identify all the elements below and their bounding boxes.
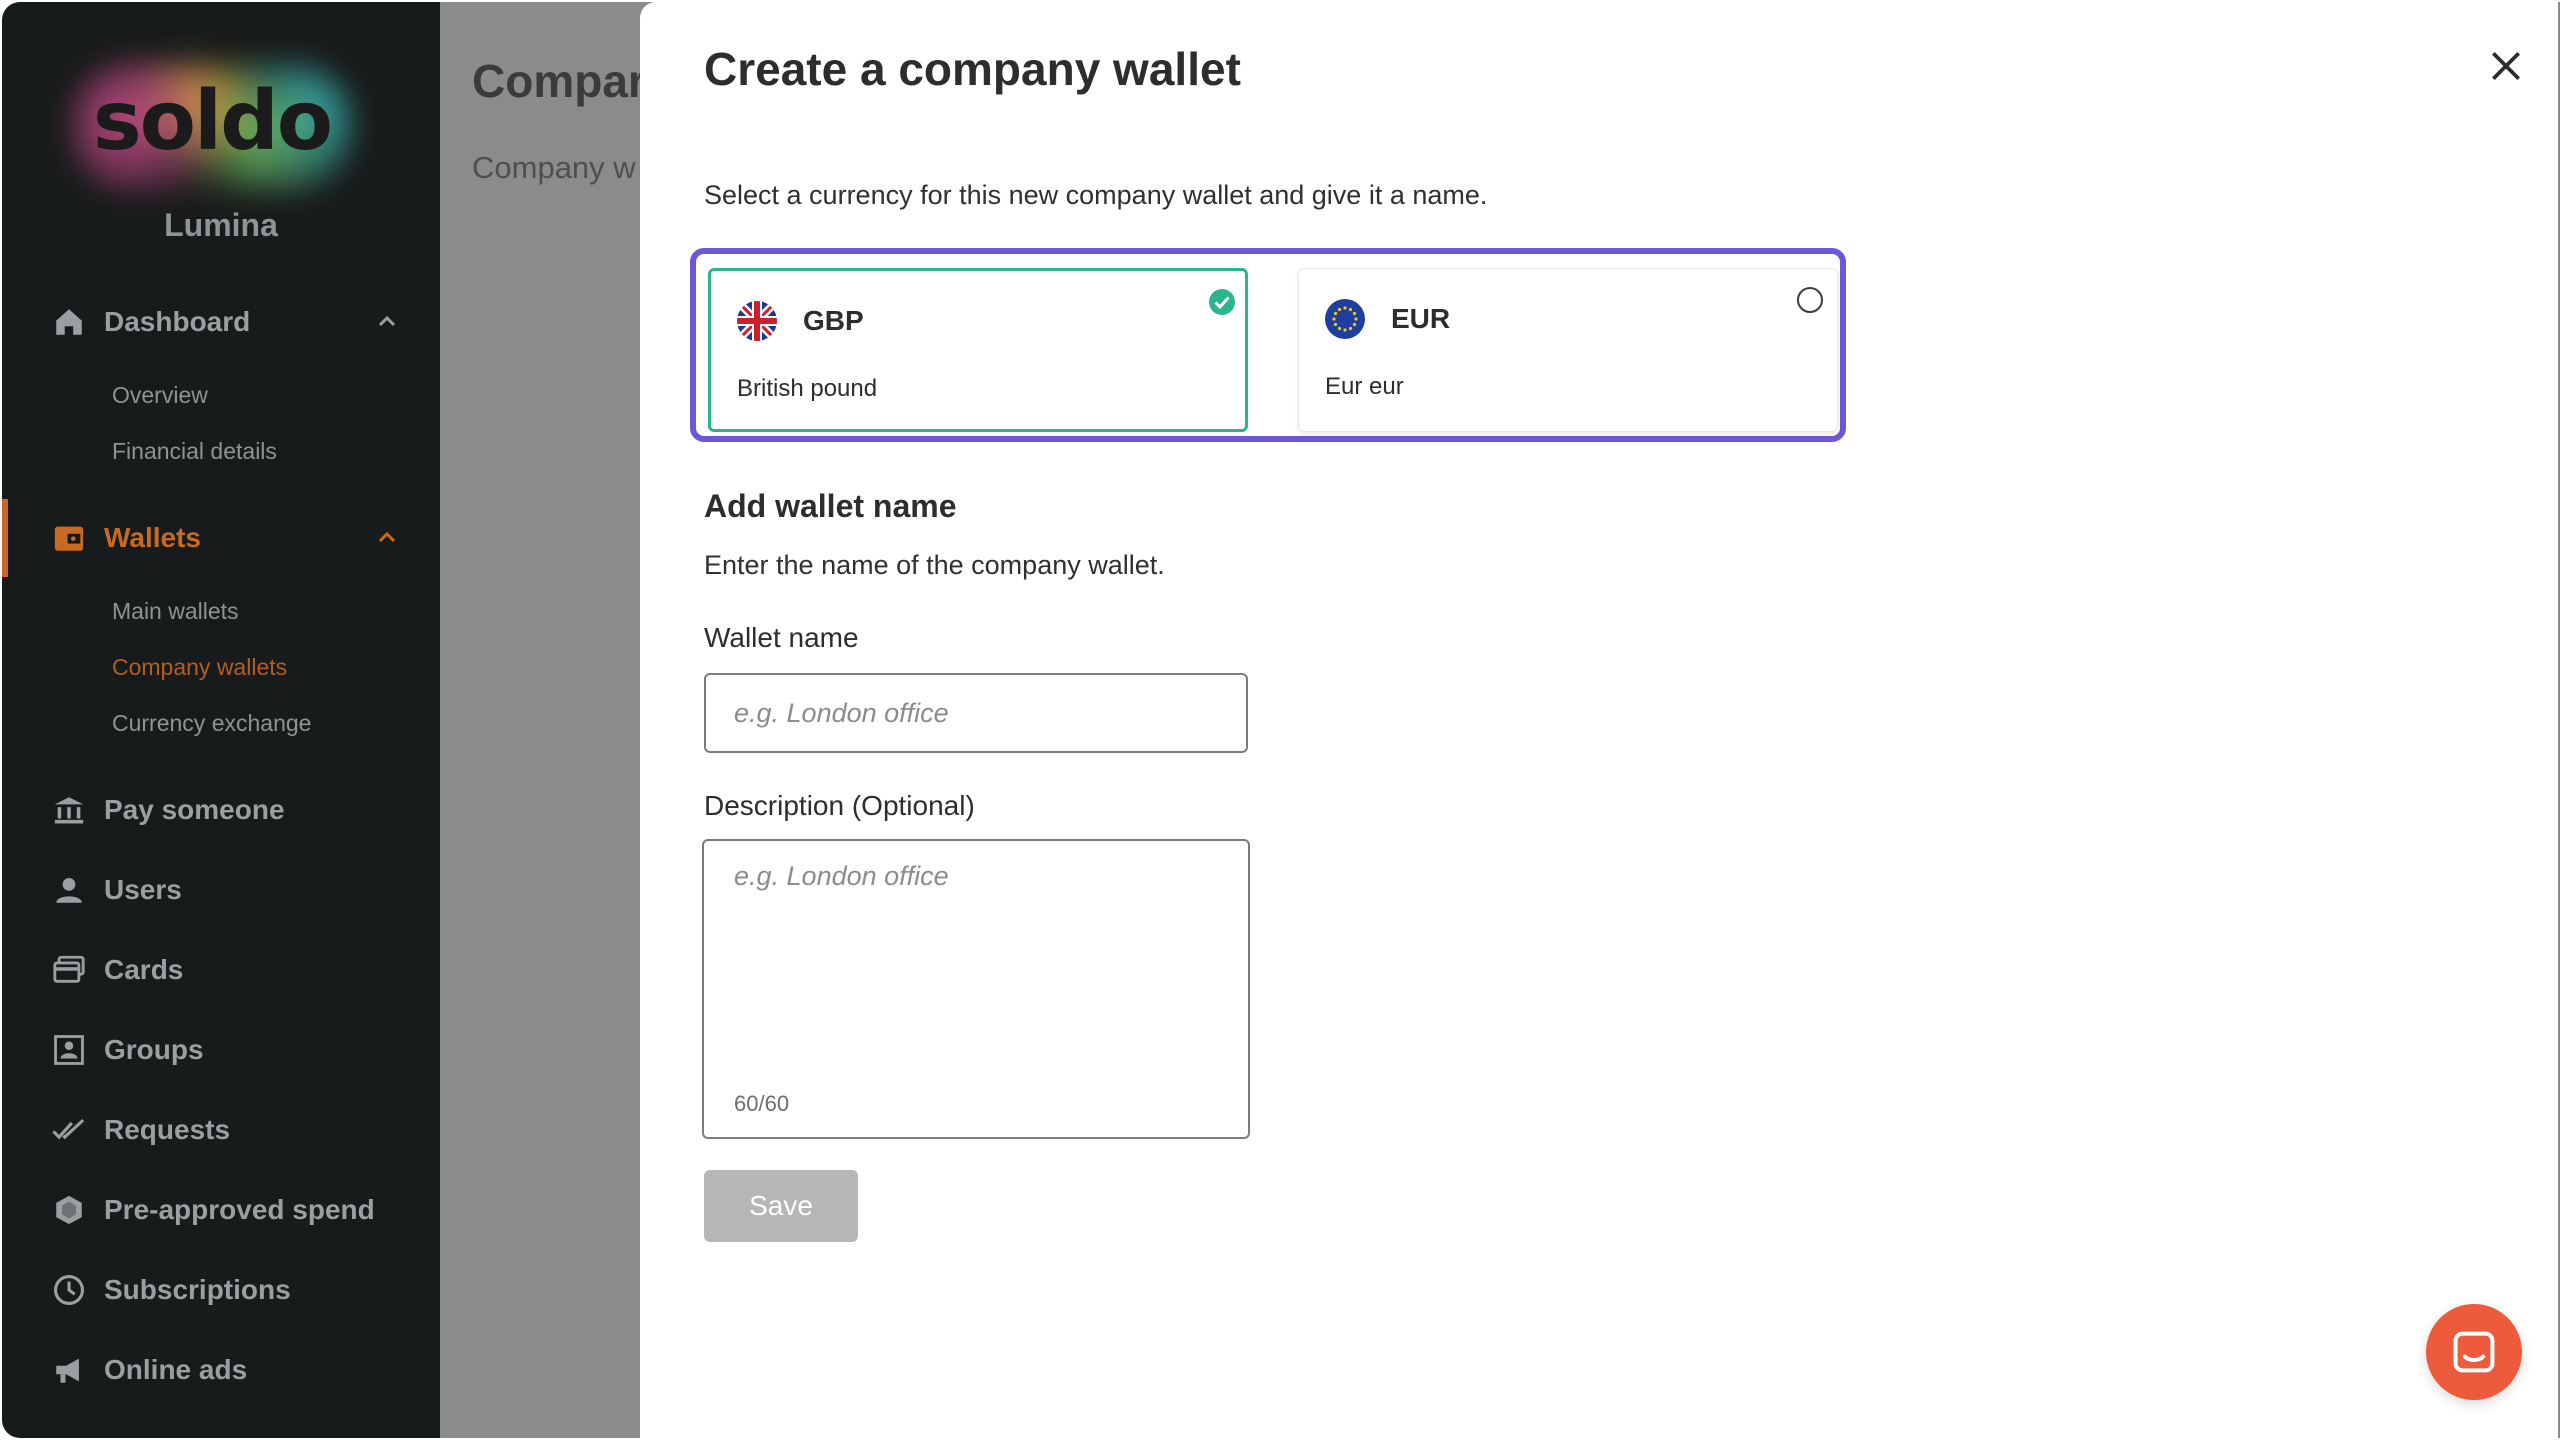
currency-option-gbp[interactable]: GBP British pound [708,268,1248,432]
wallet-name-label: Wallet name [704,622,859,653]
chat-icon [2453,1331,2495,1373]
currency-code: EUR [1391,303,1451,334]
sidebar-subitem-currency-exchange[interactable]: Currency exchange [112,710,311,737]
save-button[interactable]: Save [704,1170,858,1242]
radio-unselected-icon[interactable] [1795,285,1825,315]
app-root: soldo Lumina Dashboard Overview Financia… [0,0,2560,1440]
sidebar-subitem-overview[interactable]: Overview [112,382,208,409]
close-button[interactable] [2480,40,2532,92]
chat-launcher-button[interactable] [2426,1304,2522,1400]
soldo-logo: soldo [62,52,362,202]
description-label: Description (Optional) [704,790,975,821]
background-page-subtitle: Company w [472,150,636,185]
bank-icon [50,791,88,829]
sidebar-item-users[interactable]: Users [2,860,440,920]
background-page-title: Compar [472,55,646,107]
close-icon [2491,51,2521,81]
check-circle-icon [1209,289,1235,315]
section-description: Enter the name of the company wallet. [704,550,1165,580]
sidebar-item-subscriptions[interactable]: Subscriptions [2,1260,440,1320]
section-title: Add wallet name [704,488,957,524]
sidebar-item-label: Requests [104,1114,231,1145]
uk-flag-icon [737,301,777,341]
sidebar-item-label: Online ads [104,1354,248,1385]
chevron-up-icon [372,307,402,337]
eu-flag-icon [1325,299,1365,339]
description-field: 60/60 [702,839,1250,1139]
wallet-name-input[interactable] [704,673,1248,753]
character-counter: 60/60 [734,1091,790,1116]
sidebar-subitem-company-wallets[interactable]: Company wallets [112,654,287,681]
sidebar-item-label: Cards [104,954,184,985]
double-check-icon [50,1111,88,1149]
megaphone-icon [50,1351,88,1389]
modal-intro-text: Select a currency for this new company w… [704,180,1488,210]
create-wallet-modal: Create a company wallet Select a currenc… [640,2,2558,1438]
sidebar-item-dashboard[interactable]: Dashboard [2,292,440,352]
sidebar-item-wallets[interactable]: Wallets [2,508,440,568]
logo-text: soldo [92,74,333,169]
sidebar-subitem-main-wallets[interactable]: Main wallets [112,598,239,625]
sidebar-item-pay-someone[interactable]: Pay someone [2,780,440,840]
sidebar-item-label: Groups [104,1034,204,1065]
sidebar-item-label: Wallets [104,522,201,553]
groups-icon [50,1031,88,1069]
sidebar-item-label: Subscriptions [104,1274,291,1305]
wallet-icon [50,519,88,557]
sidebar-item-label: Dashboard [104,306,251,337]
currency-selector: GBP British pound EUR Eur eur [690,248,1846,442]
currency-option-eur[interactable]: EUR Eur eur [1298,268,1838,432]
currency-name: Eur eur [1325,373,1404,400]
sidebar: soldo Lumina Dashboard Overview Financia… [2,2,440,1438]
sidebar-item-label: Pre-approved spend [104,1194,375,1225]
home-icon [50,303,88,341]
modal-title: Create a company wallet [704,43,1241,95]
sidebar-item-pre-approved-spend[interactable]: Pre-approved spend [2,1180,440,1240]
sidebar-item-cards[interactable]: Cards [2,940,440,1000]
sidebar-item-online-ads[interactable]: Online ads [2,1340,440,1400]
cards-icon [50,951,88,989]
sidebar-item-label: Pay someone [104,794,285,825]
sidebar-item-label: Users [104,874,182,905]
description-textarea[interactable] [704,841,1248,1071]
clock-icon [50,1271,88,1309]
sidebar-subitem-financial-details[interactable]: Financial details [112,438,277,465]
sidebar-item-requests[interactable]: Requests [2,1100,440,1160]
chevron-up-icon [372,523,402,553]
sidebar-item-groups[interactable]: Groups [2,1020,440,1080]
user-icon [50,871,88,909]
company-name: Lumina [164,207,278,243]
currency-name: British pound [737,375,878,402]
hexagon-icon [50,1191,88,1229]
currency-code: GBP [803,305,864,336]
